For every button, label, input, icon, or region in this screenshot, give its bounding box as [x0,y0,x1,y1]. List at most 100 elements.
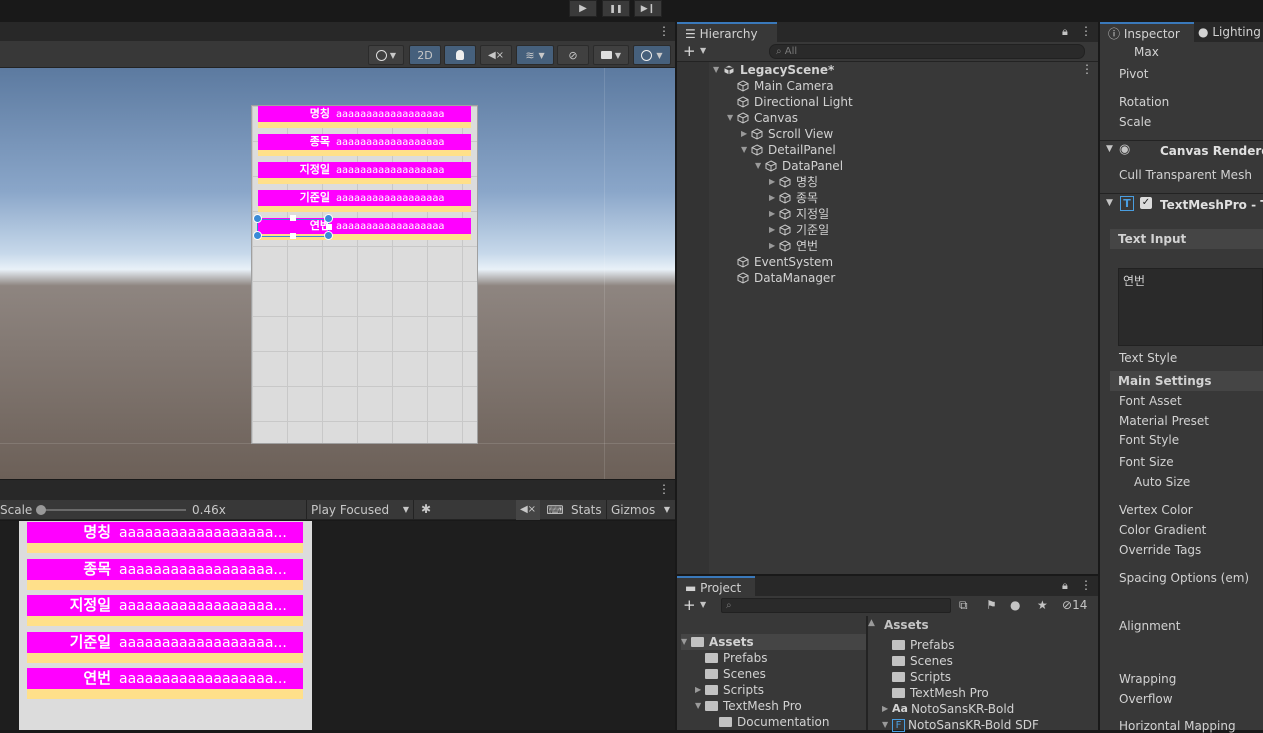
project-search-input[interactable]: ⌕ [721,598,951,613]
data-row[interactable]: 지정일 aaaaaaaaaaaaaaaaaa [258,162,471,178]
scene-viewport[interactable]: 명칭 aaaaaaaaaaaaaaaaaa 종목 aaaaaaaaaaaaaaaaaa… [0,68,675,479]
data-row[interactable]: 연번 aaaaaaaaaaaaaaaaaa... [27,668,303,689]
filter-label-icon[interactable]: ⚑ [986,598,997,612]
step-button[interactable]: ▶❙ [634,0,662,17]
2d-toggle[interactable]: 2D [409,45,441,65]
hidden-eye-icon[interactable]: ⊘14 [1062,598,1087,612]
tab-lighting[interactable]: ● Lighting [1198,22,1263,42]
scale-slider-track[interactable] [40,509,186,511]
chevron-right-icon[interactable]: ▶ [769,206,779,222]
resize-handle[interactable] [326,224,332,230]
chevron-down-icon[interactable]: ▼ [681,634,691,650]
hierarchy-item[interactable]: ▼ DataPanel [677,158,1098,174]
project-folder-item[interactable]: Scenes [681,666,866,682]
gizmos-button[interactable]: Gizmos ▼ [606,500,674,520]
chevron-down-icon[interactable]: ▼ [700,46,706,55]
mute-audio-button[interactable]: ◀× [516,500,540,520]
hierarchy-item[interactable]: ▼ LegacyScene* [677,62,1098,78]
hierarchy-item[interactable]: ▶ 기준일 [677,222,1098,238]
more-menu-icon[interactable]: ⋮ [658,482,670,496]
hierarchy-item[interactable]: ▶ Scroll View [677,126,1098,142]
chevron-down-icon[interactable]: ▼ [882,717,892,733]
project-scrollbar[interactable]: ▲ [868,618,878,730]
chevron-right-icon[interactable]: ▶ [769,238,779,254]
project-asset-item[interactable]: ▶ Aa NotoSansKR-Bold [882,701,1098,717]
effects-dropdown[interactable]: ≋ ▼ [516,45,554,65]
hierarchy-item[interactable]: ▼ Canvas [677,110,1098,126]
resize-handle[interactable] [290,233,296,239]
scale-slider-knob[interactable] [36,505,46,515]
star-icon[interactable]: ★ [1037,598,1048,612]
chevron-down-icon[interactable]: ▼ [741,142,751,158]
data-row[interactable]: 기준일 aaaaaaaaaaaaaaaaaa... [27,631,303,653]
pause-button[interactable]: ❚❚ [602,0,630,17]
more-menu-icon[interactable]: ⋮ [1080,24,1092,38]
chevron-down-icon[interactable]: ▼ [713,62,723,78]
hierarchy-item[interactable]: ▶ 종목 [677,190,1098,206]
data-row[interactable]: 명칭 aaaaaaaaaaaaaaaaaa... [27,522,303,543]
add-icon[interactable]: + [683,42,696,60]
resize-handle[interactable] [290,215,296,221]
scene-menu-icon[interactable]: ⋮ [1081,62,1093,76]
chevron-right-icon[interactable]: ▶ [769,190,779,206]
chevron-right-icon[interactable]: ▶ [769,174,779,190]
project-folder-item[interactable]: ▶ Scripts [681,682,866,698]
chevron-right-icon[interactable]: ▶ [769,222,779,238]
keyboard-button[interactable]: ⌨ [544,500,566,520]
project-asset-item[interactable]: TextMesh Pro [882,685,1098,701]
camera-dropdown[interactable]: ▼ [593,45,629,65]
anchor-handle[interactable] [253,231,262,240]
hierarchy-search-input[interactable]: ⌕ All [769,44,1085,59]
project-asset-item[interactable]: Prefabs [882,637,1098,653]
chevron-right-icon[interactable]: ▶ [882,701,892,717]
stats-button[interactable]: Stats [571,503,602,517]
hierarchy-item[interactable]: ▶ 명칭 [677,174,1098,190]
anchor-handle[interactable] [324,231,333,240]
project-asset-item[interactable]: ▼ F NotoSansKR-Bold SDF [882,717,1098,733]
data-row[interactable]: 기준일 aaaaaaaaaaaaaaaaaa [258,190,471,206]
project-folder-item[interactable]: ▼ Assets [681,634,866,650]
data-row[interactable]: 종목 aaaaaaaaaaaaaaaaaa... [27,558,303,580]
game-viewport[interactable]: 명칭 aaaaaaaaaaaaaaaaaa... 종목 aaaaaaaaaaaaaaa… [0,521,675,730]
filter-type-icon[interactable]: ⧉ [959,598,968,613]
gizmos-dropdown[interactable]: ▼ [633,45,671,65]
data-row[interactable]: 종목 aaaaaaaaaaaaaaaaaa [258,134,471,150]
bug-icon[interactable]: ✱ [421,502,431,516]
anchor-handle[interactable] [253,214,262,223]
project-asset-item[interactable]: Scenes [882,653,1098,669]
enabled-checkbox[interactable]: ✓ [1140,197,1152,209]
project-asset-item[interactable]: Scripts [882,669,1098,685]
tab-project[interactable]: ▬ Project [677,576,755,596]
lighting-toggle[interactable] [444,45,476,65]
textmeshpro-header[interactable]: ▼ T ✓ TextMeshPro - Te [1100,193,1263,215]
play-button[interactable]: ▶ [569,0,597,17]
chevron-down-icon[interactable]: ▼ [727,110,737,126]
tab-inspector[interactable]: ⓘ Inspector [1100,22,1194,42]
more-menu-icon[interactable]: ⋮ [1080,578,1092,592]
hierarchy-item[interactable]: EventSystem [677,254,1098,270]
scene-visibility-toggle[interactable]: ⊘ [557,45,589,65]
hierarchy-item[interactable]: ▶ 연번 [677,238,1098,254]
error-icon[interactable]: ● [1010,598,1020,612]
tab-hierarchy[interactable]: ☰ Hierarchy [677,22,777,42]
lock-icon[interactable]: 🔒︎ [1062,579,1068,593]
chevron-down-icon[interactable]: ▼ [700,600,706,609]
canvas-panel[interactable]: 명칭 aaaaaaaaaaaaaaaaaa 종목 aaaaaaaaaaaaaaaaaa… [251,105,478,444]
project-folder-item[interactable]: ▼ TextMesh Pro [681,698,866,714]
chevron-right-icon[interactable]: ▶ [741,126,751,142]
canvas-renderer-header[interactable]: ▼ ◉ Canvas Renderer [1100,140,1263,162]
data-row[interactable]: 지정일 aaaaaaaaaaaaaaaaaa... [27,595,303,616]
more-menu-icon[interactable]: ⋮ [658,24,670,38]
anchor-handle[interactable] [324,214,333,223]
hierarchy-item[interactable]: ▶ 지정일 [677,206,1098,222]
play-mode-dropdown[interactable]: Play Focused ▼ [306,500,414,520]
hierarchy-item[interactable]: ▼ DetailPanel [677,142,1098,158]
project-folder-item[interactable]: Documentation [681,714,866,730]
lock-icon[interactable]: 🔒︎ [1062,25,1068,39]
hierarchy-item[interactable]: Main Camera [677,78,1098,94]
project-folder-item[interactable]: Prefabs [681,650,866,666]
chevron-down-icon[interactable]: ▼ [755,158,765,174]
shading-mode-button[interactable]: ▼ [368,45,404,65]
chevron-down-icon[interactable]: ▼ [695,698,705,714]
audio-toggle[interactable]: ◀× [480,45,512,65]
